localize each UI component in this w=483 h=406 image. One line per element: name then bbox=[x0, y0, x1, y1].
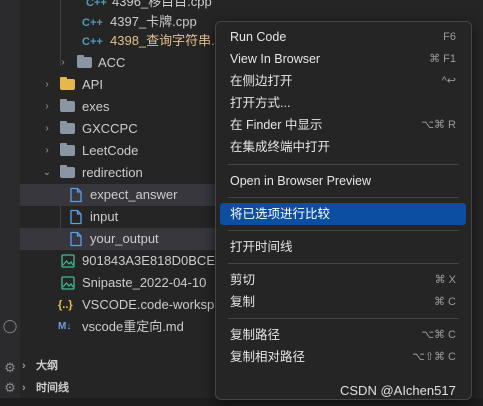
menu-item-view-in-browser[interactable]: View In Browser ⌘ F1 bbox=[220, 48, 466, 70]
menu-item-label: Open in Browser Preview bbox=[230, 174, 372, 188]
image-file-icon bbox=[61, 254, 75, 268]
file-icon bbox=[70, 209, 82, 225]
menu-item-run-code[interactable]: Run Code F6 bbox=[220, 26, 466, 48]
menu-item-label: 打开方式... bbox=[230, 96, 291, 110]
tree-item-label: exes bbox=[82, 99, 110, 114]
chevron-right-icon: › bbox=[45, 123, 49, 134]
menu-item-label: 将已选项进行比较 bbox=[230, 207, 331, 221]
image-file-icon bbox=[61, 276, 75, 290]
menu-item-copy[interactable]: 复制 ⌘ C bbox=[220, 291, 466, 313]
chevron-down-icon: ⌄ bbox=[42, 167, 52, 178]
manage-icon[interactable]: ⚙ bbox=[2, 380, 18, 396]
file-icon bbox=[70, 187, 82, 203]
menu-item-label: 剪切 bbox=[230, 273, 256, 287]
tree-item-label: VSCODE.code-worksp bbox=[82, 297, 215, 312]
tree-item-label: Snipaste_2022-04-10 bbox=[82, 275, 207, 290]
menu-item-label: 复制相对路径 bbox=[230, 350, 306, 364]
menu-item-shortcut: ⌘ F1 bbox=[429, 53, 456, 65]
open-folder-icon bbox=[60, 165, 75, 178]
menu-separator bbox=[228, 164, 459, 165]
chevron-right-icon: › bbox=[61, 57, 65, 68]
menu-item-open-with[interactable]: 打开方式... bbox=[220, 92, 466, 114]
menu-item-label: 在集成终端中打开 bbox=[230, 140, 331, 154]
tree-item-label: 4398_查询字符串. bbox=[110, 33, 215, 48]
menu-item-open-to-side[interactable]: 在侧边打开 ^↩ bbox=[220, 70, 466, 92]
tree-item-label: LeetCode bbox=[82, 143, 139, 158]
menu-separator bbox=[228, 197, 459, 198]
outline-panel-header[interactable]: › 大纲 bbox=[20, 356, 220, 376]
tree-item-label: redirection bbox=[82, 165, 143, 180]
menu-item-label: 复制路径 bbox=[230, 328, 281, 342]
timeline-panel-header[interactable]: › 时间线 bbox=[20, 378, 220, 398]
menu-separator bbox=[228, 318, 459, 319]
folder-icon bbox=[60, 121, 75, 134]
menu-item-copy-relative-path[interactable]: 复制相对路径 ⌥⇧⌘ C bbox=[220, 346, 466, 368]
tree-item-label: ACC bbox=[98, 55, 126, 70]
json-file-icon: {..} bbox=[58, 299, 73, 311]
menu-item-reveal-in-finder[interactable]: 在 Finder 中显示 ⌥⌘ R bbox=[220, 114, 466, 136]
chevron-right-icon: › bbox=[22, 360, 26, 372]
chevron-right-icon: › bbox=[45, 101, 49, 112]
tree-item-label: 901843A3E818D0BCE bbox=[82, 253, 215, 268]
menu-item-open-timeline[interactable]: 打开时间线 bbox=[220, 236, 466, 258]
account-icon[interactable]: ◯ bbox=[2, 318, 18, 334]
context-menu: Run Code F6 View In Browser ⌘ F1 在侧边打开 ^… bbox=[215, 21, 472, 400]
chevron-right-icon: › bbox=[22, 382, 26, 394]
tree-item-label: GXCCPC bbox=[82, 121, 138, 136]
outline-label: 大纲 bbox=[36, 360, 58, 372]
settings-icon[interactable]: ⚙ bbox=[2, 360, 18, 376]
api-folder-icon bbox=[60, 77, 75, 90]
watermark: CSDN @AIchen517 bbox=[340, 383, 456, 398]
menu-item-label: Run Code bbox=[230, 30, 287, 44]
tree-item-label: input bbox=[90, 209, 119, 224]
activity-bar: ◯ ⚙ ⚙ bbox=[0, 0, 20, 406]
file-icon bbox=[70, 231, 82, 247]
menu-separator bbox=[228, 230, 459, 231]
menu-item-label: 打开时间线 bbox=[230, 240, 293, 254]
chevron-right-icon: › bbox=[45, 145, 49, 156]
menu-item-label: 在 Finder 中显示 bbox=[230, 118, 323, 132]
folder-icon bbox=[60, 99, 75, 112]
menu-item-shortcut: F6 bbox=[443, 31, 456, 43]
folder-icon bbox=[77, 55, 92, 68]
menu-item-label: View In Browser bbox=[230, 52, 321, 66]
menu-item-open-in-terminal[interactable]: 在集成终端中打开 bbox=[220, 136, 466, 158]
chevron-right-icon: › bbox=[45, 79, 49, 90]
cpp-file-icon: C++ bbox=[82, 36, 103, 48]
menu-separator bbox=[228, 263, 459, 264]
tree-item-label: your_output bbox=[90, 231, 159, 246]
menu-item-shortcut: ⌥⇧⌘ C bbox=[412, 351, 456, 363]
menu-item-cut[interactable]: 剪切 ⌘ X bbox=[220, 269, 466, 291]
menu-item-shortcut: ⌘ C bbox=[434, 296, 456, 308]
menu-item-label: 在侧边打开 bbox=[230, 74, 293, 88]
menu-item-shortcut: ⌘ X bbox=[434, 274, 456, 286]
menu-item-open-in-browser-preview[interactable]: Open in Browser Preview bbox=[220, 170, 466, 192]
tree-item-label: expect_answer bbox=[90, 187, 178, 202]
markdown-file-icon: M↓ bbox=[58, 321, 72, 332]
tree-item-label: API bbox=[82, 77, 103, 92]
menu-item-copy-path[interactable]: 复制路径 ⌥⌘ C bbox=[220, 324, 466, 346]
menu-item-label: 复制 bbox=[230, 295, 256, 309]
folder-icon bbox=[60, 143, 75, 156]
menu-item-shortcut: ⌥⌘ R bbox=[421, 119, 456, 131]
menu-item-compare-selected[interactable]: 将已选项进行比较 bbox=[220, 203, 466, 225]
tree-item-label: vscode重定向.md bbox=[82, 319, 184, 334]
menu-item-shortcut: ⌥⌘ C bbox=[421, 329, 456, 341]
timeline-label: 时间线 bbox=[36, 382, 69, 394]
menu-item-shortcut: ^↩ bbox=[441, 75, 456, 87]
